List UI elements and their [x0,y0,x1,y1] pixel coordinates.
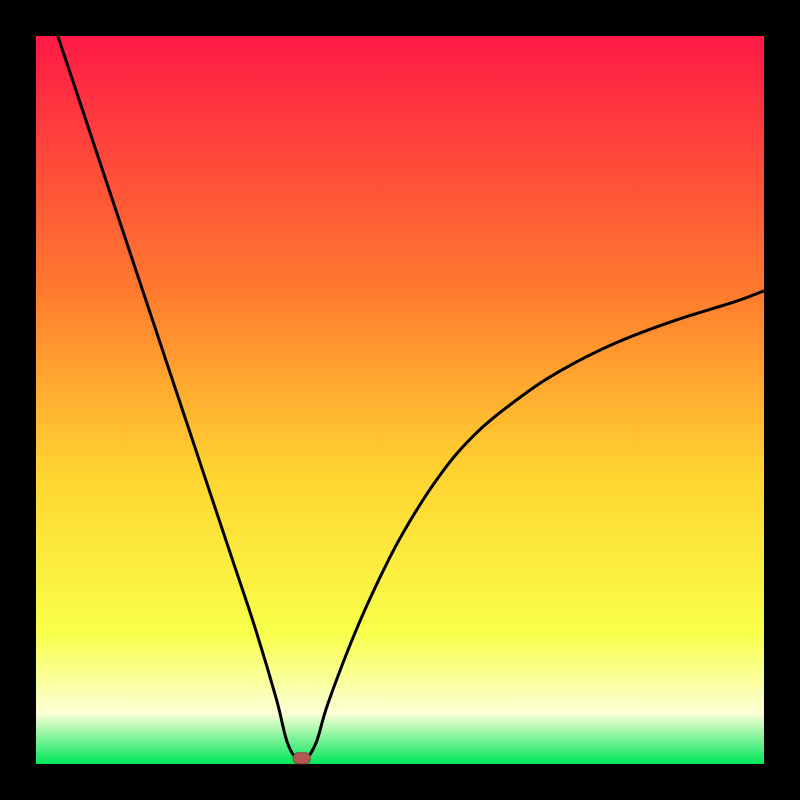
bottleneck-chart [0,0,800,800]
minimum-marker [293,753,310,764]
plot-background [36,36,764,764]
chart-stage: TheBottleneck.com [0,0,800,800]
